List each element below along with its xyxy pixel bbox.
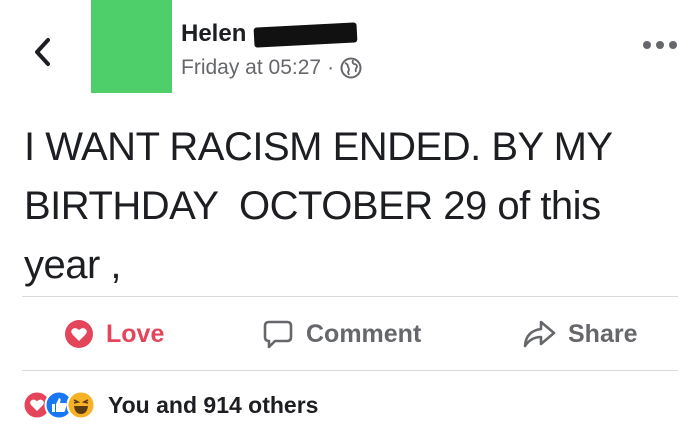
more-options-button[interactable] (640, 38, 680, 57)
author-row: Helen (181, 20, 358, 48)
reaction-icons (22, 390, 96, 420)
love-label: Love (106, 319, 165, 348)
haha-reaction-icon (66, 390, 96, 420)
comment-button[interactable]: Comment (262, 312, 421, 356)
share-label: Share (568, 319, 638, 348)
share-button[interactable]: Share (522, 312, 637, 356)
back-button[interactable] (28, 34, 56, 70)
avatar[interactable] (91, 0, 172, 93)
love-button[interactable]: Love (64, 312, 164, 356)
meta-separator: · (327, 56, 335, 79)
author-name[interactable]: Helen (181, 20, 246, 48)
chevron-left-icon (35, 38, 50, 66)
comment-label: Comment (306, 319, 422, 348)
share-icon (523, 320, 556, 348)
post-timestamp[interactable]: Friday at 05:27 (181, 56, 321, 80)
love-reaction-icon (65, 320, 93, 348)
comment-icon (263, 320, 293, 349)
more-dots-icon (643, 41, 677, 49)
redacted-surname (253, 22, 358, 48)
divider-top (22, 296, 678, 297)
reaction-count: You and 914 others (108, 391, 319, 418)
globe-icon (340, 57, 362, 79)
divider-bottom (22, 370, 678, 371)
post-meta: Friday at 05:27 · (181, 56, 362, 80)
reactions-summary[interactable]: You and 914 others (22, 390, 318, 420)
post-text: I WANT RACISM ENDED. BY MY BIRTHDAY OCTO… (24, 125, 613, 287)
